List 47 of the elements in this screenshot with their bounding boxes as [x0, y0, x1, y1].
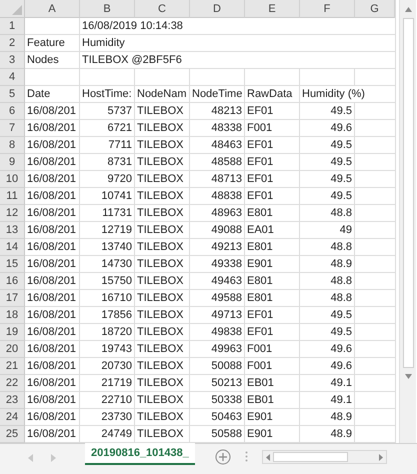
row-number[interactable]: 23	[0, 392, 25, 409]
row-number[interactable]: 12	[0, 205, 25, 222]
left-arrow-icon[interactable]	[266, 454, 270, 460]
row-number[interactable]: 17	[0, 290, 25, 307]
column-header[interactable]: A	[25, 0, 80, 18]
row-number[interactable]: 14	[0, 239, 25, 256]
row-number[interactable]: 7	[0, 120, 25, 137]
scrollbar-thumb[interactable]	[272, 452, 348, 462]
row-number[interactable]: 24	[0, 409, 25, 426]
row-number[interactable]: 18	[0, 307, 25, 324]
row-number[interactable]: 5	[0, 86, 25, 103]
left-arrow-icon[interactable]	[28, 454, 33, 462]
row-number[interactable]: 20	[0, 341, 25, 358]
row-number[interactable]: 9	[0, 154, 25, 171]
row-number[interactable]: 22	[0, 375, 25, 392]
column-header[interactable]: E	[245, 0, 300, 18]
select-all-corner[interactable]	[0, 0, 25, 18]
triangle-icon	[12, 5, 22, 15]
vertical-scrollbar[interactable]	[399, 0, 416, 443]
row-number[interactable]: 11	[0, 188, 25, 205]
row-number[interactable]: 10	[0, 171, 25, 188]
row-number[interactable]: 8	[0, 137, 25, 154]
row-number[interactable]: 25	[0, 426, 25, 443]
sheet-tab[interactable]: 20190816_101438_	[85, 443, 195, 465]
row-number[interactable]: 3	[0, 52, 25, 69]
add-sheet-icon[interactable]	[214, 449, 231, 465]
column-header[interactable]: F	[300, 0, 355, 18]
row-number[interactable]: 15	[0, 256, 25, 273]
column-header[interactable]: G	[355, 0, 395, 18]
row-number[interactable]: 6	[0, 103, 25, 120]
row-number[interactable]: 16	[0, 273, 25, 290]
row-number[interactable]: 13	[0, 222, 25, 239]
column-header[interactable]: D	[190, 0, 245, 18]
row-number[interactable]: 2	[0, 35, 25, 52]
row-number[interactable]: 19	[0, 324, 25, 341]
column-header[interactable]: C	[135, 0, 190, 18]
up-arrow-icon[interactable]	[404, 7, 412, 12]
row-number[interactable]: 21	[0, 358, 25, 375]
column-header[interactable]: B	[80, 0, 135, 18]
splitter-icon[interactable]	[244, 451, 248, 462]
horizontal-scrollbar[interactable]	[262, 450, 387, 464]
down-arrow-icon[interactable]	[404, 374, 412, 379]
right-arrow-icon[interactable]	[378, 454, 383, 460]
row-number[interactable]: 1	[0, 18, 25, 35]
right-arrow-icon[interactable]	[51, 454, 56, 462]
scrollbar-thumb[interactable]	[402, 18, 414, 368]
row-number[interactable]: 4	[0, 69, 25, 86]
